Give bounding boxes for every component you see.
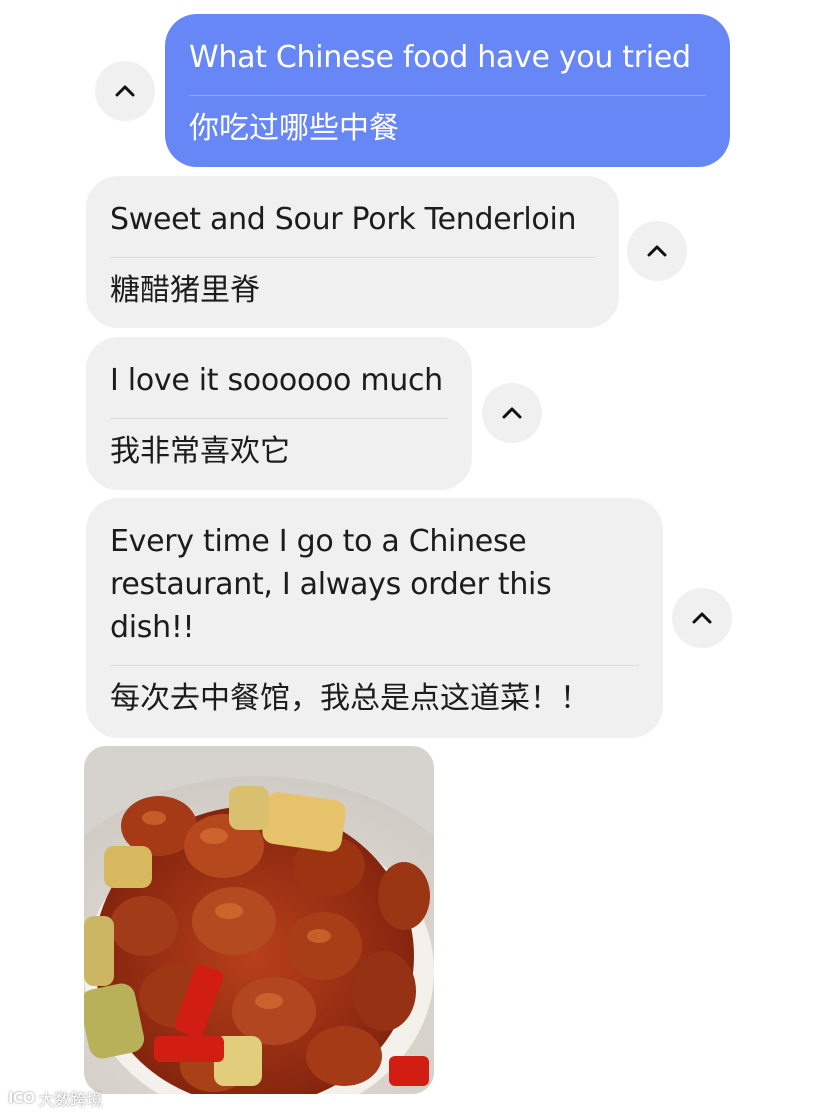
message-bubble-outgoing[interactable]: What Chinese food have you tried 你吃过哪些中餐: [165, 14, 730, 167]
message-text: Every time I go to a Chinese restaurant,…: [110, 524, 552, 645]
food-photo[interactable]: [84, 746, 434, 1094]
collapse-translation-button[interactable]: [627, 221, 687, 281]
message-bubble-incoming[interactable]: Sweet and Sour Pork Tenderloin 糖醋猪里脊: [86, 176, 619, 328]
translation-divider: [189, 95, 706, 96]
collapse-translation-button[interactable]: [672, 588, 732, 648]
photo-icon: [84, 746, 434, 1094]
message-translation: 糖醋猪里脊: [110, 273, 260, 308]
message-text: What Chinese food have you tried: [189, 40, 691, 75]
message-translation: 你吃过哪些中餐: [189, 111, 399, 146]
collapse-translation-button[interactable]: [482, 383, 542, 443]
chevron-up-icon: [647, 245, 667, 257]
chevron-up-icon: [115, 85, 135, 97]
watermark: ICO 大数跨境: [8, 1086, 102, 1110]
chevron-up-icon: [692, 612, 712, 624]
chevron-up-icon: [502, 407, 522, 419]
collapse-translation-button[interactable]: [95, 61, 155, 121]
translation-divider: [110, 418, 448, 419]
message-translation: 我非常喜欢它: [110, 434, 290, 469]
message-translation: 每次去中餐馆，我总是点这道菜！！: [110, 681, 590, 716]
message-bubble-incoming[interactable]: Every time I go to a Chinese restaurant,…: [86, 498, 663, 738]
translation-divider: [110, 665, 639, 666]
watermark-text: 大数跨境: [38, 1090, 103, 1109]
watermark-logo: ICO: [8, 1089, 35, 1107]
message-text: I love it soooooo much: [110, 363, 443, 398]
message-bubble-incoming[interactable]: I love it soooooo much 我非常喜欢它: [86, 337, 472, 490]
translation-divider: [110, 257, 595, 258]
message-text: Sweet and Sour Pork Tenderloin: [110, 202, 577, 237]
chat-thread: What Chinese food have you tried 你吃过哪些中餐…: [0, 0, 828, 1114]
